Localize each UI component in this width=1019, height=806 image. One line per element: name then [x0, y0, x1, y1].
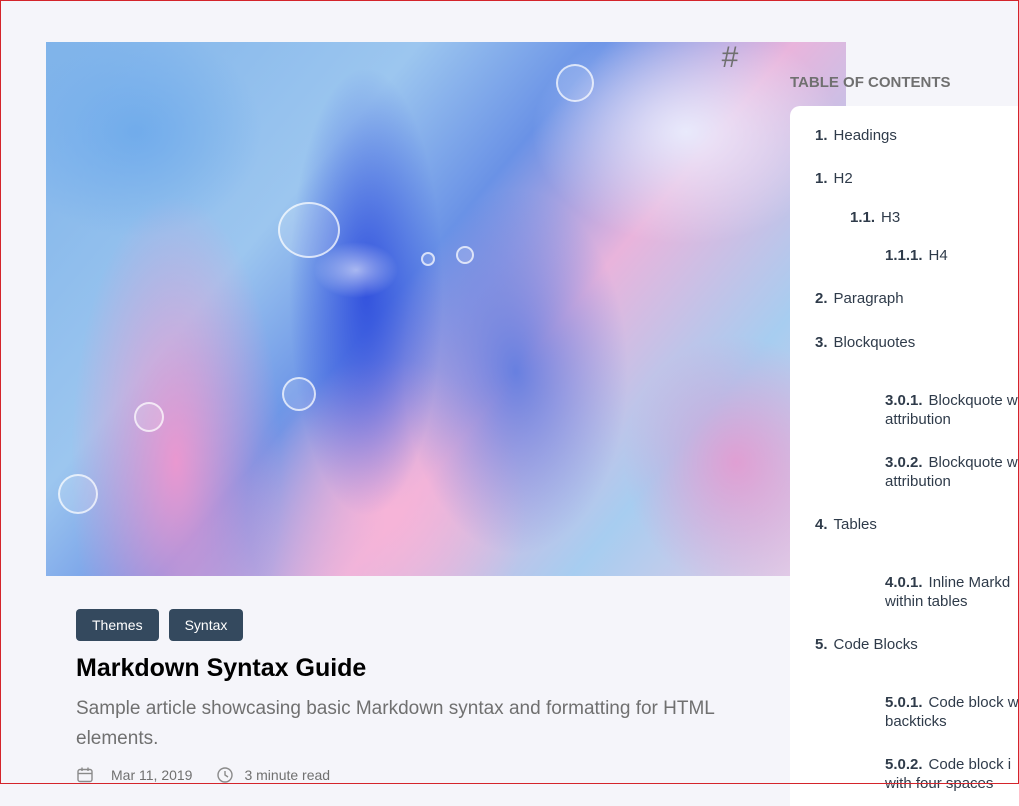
- tag-list: Themes Syntax: [76, 609, 244, 641]
- hash-icon: #: [721, 41, 739, 74]
- toc-header: # TABLE OF CONTENTS: [722, 42, 970, 92]
- table-of-contents: 1. Headings 1. H2 1.1. H3 1.1.1. H4 2. Paragr…: [790, 106, 1019, 806]
- article-read-time: 3 minute read: [244, 767, 331, 783]
- toc-link-h4[interactable]: 1.1.1. H4: [885, 246, 948, 265]
- article-title[interactable]: Markdown Syntax Guide: [76, 654, 366, 683]
- article-meta: Mar 11, 2019 3 minute read: [76, 766, 330, 784]
- tag-syntax[interactable]: Syntax: [168, 609, 244, 641]
- article-cover-image[interactable]: [46, 42, 846, 576]
- clock-icon: [216, 766, 234, 784]
- toc-link-blockquote-1[interactable]: 3.0.1. Blockquote w attribution: [885, 391, 1018, 429]
- toc-link-headings[interactable]: 1. Headings: [815, 126, 897, 145]
- calendar-icon: [76, 766, 94, 784]
- article-date: Mar 11, 2019: [111, 767, 193, 783]
- toc-link-h2[interactable]: 1. H2: [815, 169, 853, 188]
- toc-link-tables[interactable]: 4. Tables: [815, 515, 877, 534]
- toc-link-paragraph[interactable]: 2. Paragraph: [815, 289, 904, 308]
- toc-link-blockquote-2[interactable]: 3.0.2. Blockquote w attribution: [885, 453, 1018, 491]
- toc-link-h3[interactable]: 1.1. H3: [850, 208, 900, 227]
- toc-link-code-indented[interactable]: 5.0.2. Code block i with four spaces: [885, 755, 1011, 793]
- toc-link-inline-markdown[interactable]: 4.0.1. Inline Markd within tables: [885, 573, 1010, 611]
- toc-link-blockquotes[interactable]: 3. Blockquotes: [815, 333, 915, 352]
- toc-link-code-backticks[interactable]: 5.0.1. Code block w backticks: [885, 693, 1019, 731]
- tag-themes[interactable]: Themes: [76, 609, 159, 641]
- article-description: Sample article showcasing basic Markdown…: [76, 698, 715, 749]
- toc-title: TABLE OF CONTENTS: [790, 74, 951, 91]
- toc-link-code-blocks[interactable]: 5. Code Blocks: [815, 635, 918, 654]
